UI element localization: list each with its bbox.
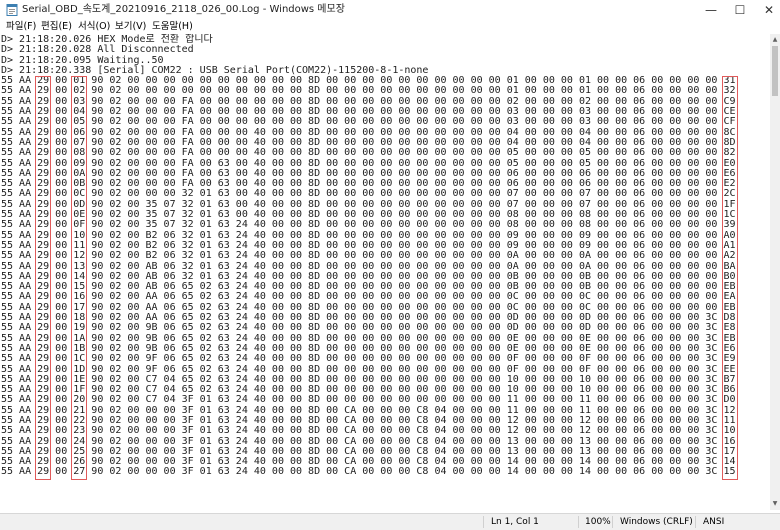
menu-bar: 파일(F) 편집(E) 서식(O) 보기(V) 도움말(H) xyxy=(0,20,780,34)
menu-help[interactable]: 도움말(H) xyxy=(152,21,193,33)
status-bar: Ln 1, Col 1 100% Windows (CRLF) ANSI xyxy=(0,513,780,530)
status-separator xyxy=(578,516,579,528)
maximize-icon: ☐ xyxy=(734,3,746,17)
vertical-scrollbar[interactable]: ▲ ▼ xyxy=(770,34,780,510)
text-editor[interactable]: D> 21:18:20.026 HEX Mode로 전환 합니다 D> 21:1… xyxy=(0,34,770,510)
log-text: D> 21:18:20.026 HEX Mode로 전환 합니다 D> 21:1… xyxy=(1,34,736,478)
scroll-thumb[interactable] xyxy=(772,46,778,96)
notepad-icon xyxy=(6,4,18,16)
close-icon: ✕ xyxy=(763,3,775,17)
window-title: Serial_OBD_속도계_20210916_2118_026_00.Log … xyxy=(22,4,345,15)
encoding: ANSI xyxy=(703,517,725,527)
scroll-down-arrow-icon[interactable]: ▼ xyxy=(770,500,780,508)
status-separator xyxy=(483,516,484,528)
close-button[interactable]: ✕ xyxy=(746,0,780,20)
scroll-up-arrow-icon[interactable]: ▲ xyxy=(770,36,780,44)
sequence-byte-highlight xyxy=(71,76,88,480)
title-bar[interactable]: Serial_OBD_속도계_20210916_2118_026_00.Log … xyxy=(0,0,780,20)
menu-file[interactable]: 파일(F) xyxy=(6,21,36,33)
length-byte-highlight xyxy=(35,76,52,480)
menu-format[interactable]: 서식(O) xyxy=(78,21,110,33)
menu-view[interactable]: 보기(V) xyxy=(115,21,146,33)
zoom-level: 100% xyxy=(585,517,611,527)
checksum-column-highlight xyxy=(721,76,738,480)
cursor-position: Ln 1, Col 1 xyxy=(491,517,539,527)
minimize-icon: — xyxy=(705,3,717,17)
status-separator xyxy=(612,516,613,528)
menu-edit[interactable]: 편집(E) xyxy=(41,21,72,33)
status-separator xyxy=(695,516,696,528)
line-ending: Windows (CRLF) xyxy=(620,517,693,527)
